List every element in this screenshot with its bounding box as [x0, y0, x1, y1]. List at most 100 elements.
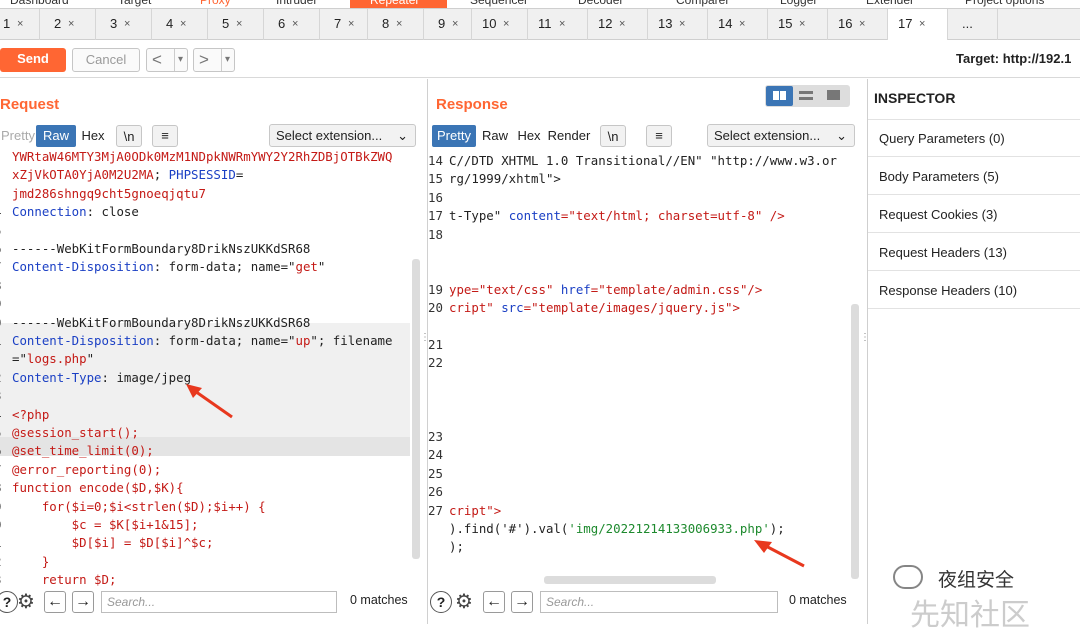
tool-tab-dashboard[interactable]: Dashboard [10, 0, 69, 7]
close-icon[interactable]: × [859, 9, 865, 39]
code-line: for($i=0;$i<strlen($D);$i++) { [12, 498, 266, 516]
inspector-section-request-headers[interactable]: Request Headers (13) [868, 234, 1080, 271]
close-icon[interactable]: × [236, 9, 242, 39]
tool-tab-extender[interactable]: Extender [866, 0, 914, 7]
line-number: 16 [428, 189, 443, 205]
repeater-tab-11[interactable]: 11 × [528, 9, 588, 40]
repeater-tab-17[interactable]: 17 × [888, 9, 948, 40]
layout-side-by-side-icon[interactable] [766, 86, 793, 106]
repeater-tab-3[interactable]: 3 × [96, 9, 152, 40]
help-icon[interactable]: ? [430, 591, 452, 613]
request-search-input[interactable]: Search... [101, 591, 337, 613]
tool-tab-target[interactable]: Target [118, 0, 151, 7]
response-mode-hex[interactable]: Hex [514, 125, 544, 147]
close-icon[interactable]: × [503, 9, 509, 39]
inspector-section-request-cookies[interactable]: Request Cookies (3) [868, 196, 1080, 233]
request-editor[interactable]: YWRtaW46MTY3MjA0ODk0MzM1NDpkNWRmYWY2Y2Rh… [0, 148, 420, 588]
close-icon[interactable]: × [180, 9, 186, 39]
tool-tab-project-options[interactable]: Project options [965, 0, 1044, 7]
close-icon[interactable]: × [396, 9, 402, 39]
help-icon[interactable]: ? [0, 591, 18, 613]
close-icon[interactable]: × [559, 9, 565, 39]
request-mode-pretty[interactable]: Pretty [0, 125, 36, 147]
tool-tab-intruder[interactable]: Intruder [276, 0, 317, 7]
repeater-tab-12[interactable]: 12 × [588, 9, 648, 40]
tool-tab-decoder[interactable]: Decoder [578, 0, 623, 7]
back-history-dropdown-icon[interactable]: ▾ [174, 49, 183, 71]
response-mode-raw[interactable]: Raw [476, 125, 514, 147]
arrow-right-icon: → [514, 593, 530, 610]
close-icon[interactable]: × [68, 9, 74, 39]
close-icon[interactable]: × [619, 9, 625, 39]
response-mode-pretty[interactable]: Pretty [432, 125, 476, 147]
search-previous-button[interactable]: ← [44, 591, 66, 613]
repeater-tab-14[interactable]: 14 × [708, 9, 768, 40]
request-menu-button[interactable]: ≡ [152, 125, 178, 147]
search-next-button[interactable]: → [511, 591, 533, 613]
response-vertical-scrollbar[interactable] [851, 304, 859, 579]
tool-tab-logger[interactable]: Logger [780, 0, 817, 7]
target-label[interactable]: Target: http://192.1 [956, 51, 1071, 66]
cancel-button[interactable]: Cancel [72, 48, 140, 72]
request-mode-hex[interactable]: Hex [76, 125, 110, 147]
repeater-tab-8[interactable]: 8 × [368, 9, 424, 40]
close-icon[interactable]: × [679, 9, 685, 39]
close-icon[interactable]: × [919, 9, 925, 39]
back-button[interactable]: < ▾ [146, 48, 188, 72]
pane-splitter-handle[interactable]: ⋮ [420, 333, 430, 355]
close-icon[interactable]: × [292, 9, 298, 39]
repeater-tab-13[interactable]: 13 × [648, 9, 708, 40]
repeater-tab-9[interactable]: 9 × [424, 9, 472, 40]
layout-single-icon[interactable] [827, 90, 840, 100]
line-number: 23 [428, 429, 443, 444]
send-button[interactable]: Send [0, 48, 66, 72]
response-mode-newline[interactable]: \n [600, 125, 626, 147]
response-editor[interactable]: 14 C//DTD XHTML 1.0 Transitional//EN" "ht… [428, 152, 852, 582]
chevron-down-icon: ⌄ [397, 128, 408, 143]
inspector-section-query-parameters[interactable]: Query Parameters (0) [868, 120, 1080, 157]
inspector-section-response-headers[interactable]: Response Headers (10) [868, 272, 1080, 309]
settings-gear-icon[interactable]: ⚙ [455, 589, 473, 614]
pane-splitter-handle[interactable]: ⋮ [860, 333, 870, 355]
settings-gear-icon[interactable]: ⚙ [17, 589, 35, 614]
forward-history-dropdown-icon[interactable]: ▾ [221, 49, 230, 71]
response-search-input[interactable]: Search... [540, 591, 778, 613]
hamburger-icon: ≡ [655, 128, 663, 143]
close-icon[interactable]: × [739, 9, 745, 39]
layout-stacked-icon[interactable] [799, 91, 813, 100]
repeater-tab-6[interactable]: 6 × [264, 9, 320, 40]
repeater-tab-more[interactable]: ... [948, 9, 998, 40]
close-icon[interactable]: × [452, 9, 458, 39]
repeater-tab-5[interactable]: 5 × [208, 9, 264, 40]
code-token: function encode($D,$K){ [12, 480, 184, 496]
close-icon[interactable]: × [799, 9, 805, 39]
response-horizontal-scrollbar[interactable] [544, 576, 716, 584]
tool-tab-proxy[interactable]: Proxy [200, 0, 231, 7]
request-mode-raw[interactable]: Raw [36, 125, 76, 147]
tool-tab-repeater[interactable]: Repeater [370, 0, 419, 7]
code-token: Connection [12, 204, 87, 220]
tool-tab-sequencer[interactable]: Sequencer [470, 0, 528, 7]
inspector-section-body-parameters[interactable]: Body Parameters (5) [868, 158, 1080, 195]
tool-tab-comparer[interactable]: Comparer [676, 0, 729, 7]
repeater-tab-16[interactable]: 16 × [828, 9, 888, 40]
search-next-button[interactable]: → [72, 591, 94, 613]
repeater-tab-15[interactable]: 15 × [768, 9, 828, 40]
search-previous-button[interactable]: ← [483, 591, 505, 613]
close-icon[interactable]: × [348, 9, 354, 39]
request-vertical-scrollbar[interactable] [412, 259, 420, 559]
code-token: ="text/html; charset=utf-8" /> [560, 208, 785, 224]
close-icon[interactable]: × [17, 9, 23, 39]
request-mode-newline[interactable]: \n [116, 125, 142, 147]
repeater-tab-4[interactable]: 4 × [152, 9, 208, 40]
repeater-tab-10[interactable]: 10 × [472, 9, 528, 40]
request-extension-select[interactable]: Select extension... ⌄ [269, 124, 416, 147]
response-menu-button[interactable]: ≡ [646, 125, 672, 147]
forward-button[interactable]: > ▾ [193, 48, 235, 72]
response-mode-render[interactable]: Render [544, 125, 594, 147]
response-extension-select[interactable]: Select extension... ⌄ [707, 124, 855, 147]
close-icon[interactable]: × [124, 9, 130, 39]
repeater-tab-1[interactable]: 1 × [0, 9, 40, 40]
repeater-tab-2[interactable]: 2 × [40, 9, 96, 40]
repeater-tab-7[interactable]: 7 × [320, 9, 368, 40]
